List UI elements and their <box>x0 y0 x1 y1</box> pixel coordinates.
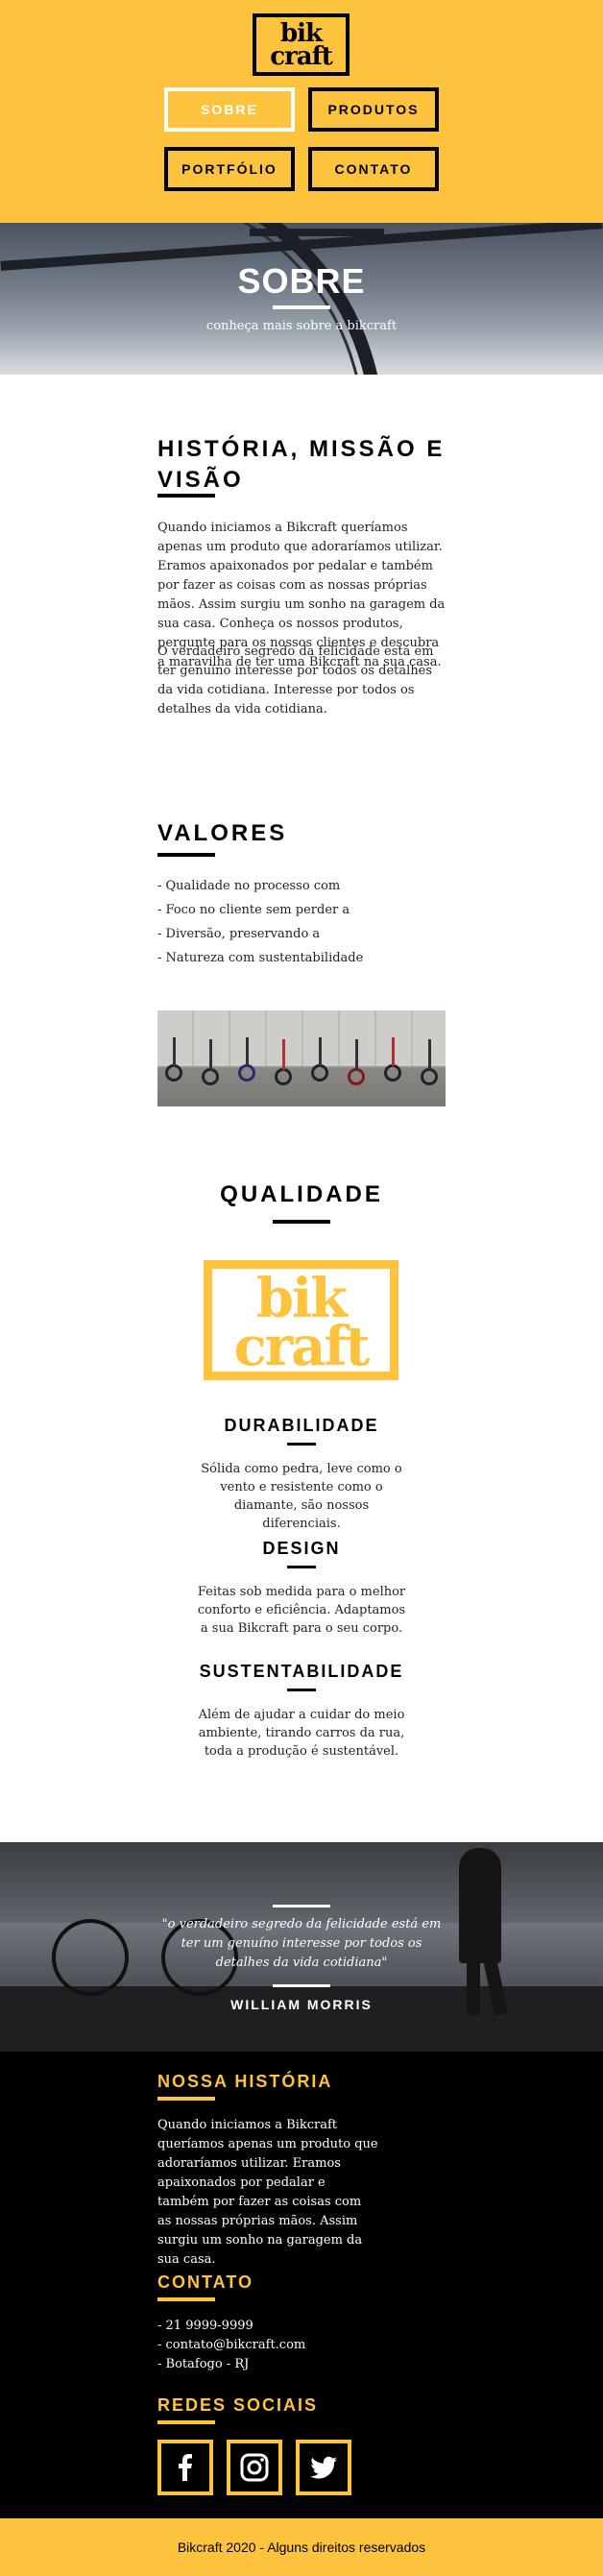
feature-design-text: Feitas sob medida para o melhor conforto… <box>197 1585 406 1636</box>
valores-item: - Natureza com sustentabilidade <box>157 951 364 965</box>
hero-divider <box>273 305 330 309</box>
twitter-icon[interactable] <box>296 2440 351 2495</box>
footer-address: - Botafogo - RJ <box>157 2357 250 2371</box>
historia-paragraph-2: O verdadeiro segredo da felicidade está … <box>157 644 434 717</box>
feature-sustentabilidade-text: Além de ajudar a cuidar do meio ambiente… <box>198 1708 405 1759</box>
quote-text: "o verdadeiro segredo da felicidade está… <box>161 1917 442 1970</box>
logo-line-2: craft <box>270 42 333 71</box>
nav-produtos[interactable]: PRODUTOS <box>308 87 439 132</box>
quote-author: WILLIAM MORRIS <box>230 1997 373 2012</box>
feature-design-title: DESIGN <box>262 1539 341 1558</box>
footer-historia-title: NOSSA HISTÓRIA <box>157 2072 333 2091</box>
footer-contato-list: - 21 9999-9999 - contato@bikcraft.com - … <box>157 2317 378 2374</box>
footer-contato-title: CONTATO <box>157 2272 253 2292</box>
quote-divider-top <box>273 1905 330 1908</box>
footer-historia-divider <box>157 2097 215 2101</box>
footer-phone: - 21 9999-9999 <box>157 2319 253 2333</box>
hero-banner: SOBRE conheça mais sobre a bikcraft <box>0 223 603 375</box>
qualidade-divider <box>273 1220 330 1224</box>
qualidade-logo: bik craft <box>204 1260 398 1380</box>
footer-historia-text: Quando iniciamos a Bikcraft queríamos ap… <box>157 2118 378 2267</box>
facebook-icon[interactable] <box>157 2440 213 2495</box>
valores-list: - Qualidade no processo com - Foco no cl… <box>157 874 465 970</box>
feature-divider <box>287 1443 316 1446</box>
nav-portfolio[interactable]: PORTFÓLIO <box>164 147 295 191</box>
valores-divider <box>157 853 215 857</box>
instagram-icon[interactable] <box>227 2440 282 2495</box>
qualidade-title: QUALIDADE <box>220 1181 383 1207</box>
nav-sobre[interactable]: SOBRE <box>164 87 295 132</box>
historia-divider <box>157 494 215 498</box>
historia-title-line-1: HISTÓRIA, MISSÃO E <box>157 436 446 462</box>
qualidade-logo-line-2: craft <box>233 1315 371 1378</box>
footer-redes-divider <box>157 2420 215 2424</box>
valores-title: VALORES <box>157 820 288 846</box>
hero-subtitle: conheça mais sobre a bikcraft <box>205 319 398 333</box>
nav-contato[interactable]: CONTATO <box>308 147 439 191</box>
hero-title: SOBRE <box>237 261 366 301</box>
quote-divider-bottom <box>273 1984 330 1987</box>
bikes-row-image <box>157 1010 446 1106</box>
historia-title-line-2: VISÃO <box>157 467 244 493</box>
valores-item: - Qualidade no processo com <box>157 879 341 893</box>
copyright-text: Bikcraft 2020 - Alguns direitos reservad… <box>177 2540 426 2555</box>
footer-redes-title: REDES SOCIAIS <box>157 2395 319 2415</box>
valores-item: - Foco no cliente sem perder a <box>157 903 350 917</box>
copyright-bar: Bikcraft 2020 - Alguns direitos reservad… <box>0 2518 603 2576</box>
valores-item: - Diversão, preservando a <box>157 927 321 941</box>
historia-title: HISTÓRIA, MISSÃO E VISÃO <box>157 434 445 496</box>
feature-durabilidade-text: Sólida como pedra, leve como o vento e r… <box>201 1462 402 1531</box>
feature-divider <box>287 1689 316 1691</box>
footer-email-link[interactable]: - contato@bikcraft.com <box>157 2336 378 2355</box>
feature-durabilidade-title: DURABILIDADE <box>224 1416 379 1435</box>
feature-divider <box>287 1566 316 1568</box>
site-header: bik craft SOBRE PRODUTOS PORTFÓLIO CONTA… <box>0 0 603 223</box>
bikcraft-logo[interactable]: bik craft <box>253 13 350 76</box>
footer-contato-divider <box>157 2297 215 2301</box>
feature-sustentabilidade-title: SUSTENTABILIDADE <box>199 1662 404 1681</box>
